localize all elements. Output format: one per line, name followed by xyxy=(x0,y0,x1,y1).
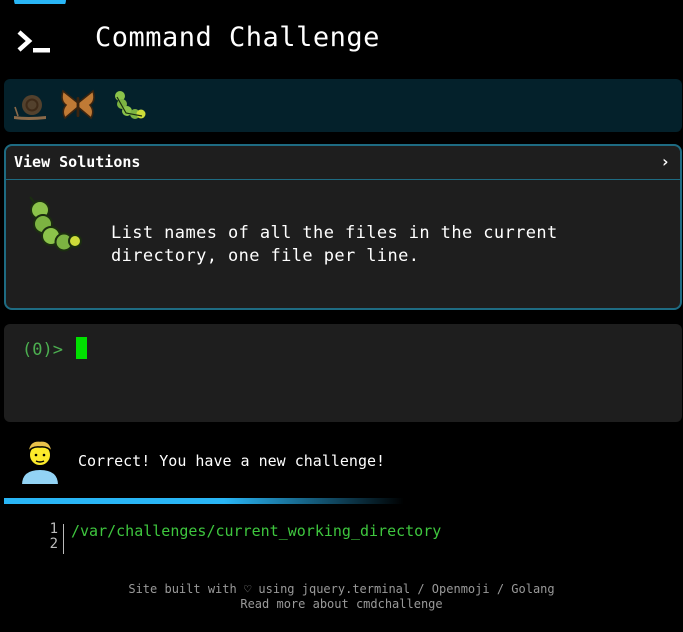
snail-badge-icon[interactable] xyxy=(10,85,50,125)
terminal-input[interactable]: (0)> xyxy=(4,324,682,422)
challenge-description-line: List names of all the files in the curre… xyxy=(111,223,558,243)
caterpillar-icon xyxy=(29,196,82,252)
line-number: 1 xyxy=(49,521,58,537)
challenge-card: View Solutions › List names of all the f… xyxy=(4,144,682,310)
feedback-message: Correct! You have a new challenge! xyxy=(78,452,386,470)
footer-credits: Site built with ♡ using jquery.terminal … xyxy=(128,582,555,596)
chevron-right-icon: › xyxy=(660,152,670,171)
line-number: 2 xyxy=(49,536,58,552)
badge-bar xyxy=(4,79,682,132)
header: Command Challenge xyxy=(4,4,682,76)
terminal-prompt: (0)> xyxy=(22,340,63,360)
view-solutions-label: View Solutions xyxy=(14,153,141,171)
caterpillar-badge-icon[interactable] xyxy=(108,85,148,125)
page: Command Challenge View Solutions › List … xyxy=(0,0,683,632)
code-editor[interactable]: 1 2 /var/challenges/current_working_dire… xyxy=(40,522,660,562)
gutter-divider xyxy=(63,524,64,554)
challenge-description-line: directory, one file per line. xyxy=(111,246,420,266)
line-numbers: 1 2 xyxy=(40,522,58,552)
footer-read-more-link[interactable]: Read more about cmdchallenge xyxy=(0,597,683,612)
terminal-cursor xyxy=(76,337,87,359)
footer: Site built with ♡ using jquery.terminal … xyxy=(0,582,683,612)
app-title: Command Challenge xyxy=(95,22,380,53)
terminal-prompt-icon xyxy=(17,30,50,53)
challenge-description: List names of all the files in the curre… xyxy=(111,222,651,268)
butterfly-badge-icon[interactable] xyxy=(58,85,98,125)
divider-bar xyxy=(4,498,404,504)
person-avatar-icon xyxy=(19,440,61,486)
view-solutions-toggle[interactable]: View Solutions › xyxy=(6,146,680,180)
code-line: /var/challenges/current_working_director… xyxy=(71,522,442,540)
